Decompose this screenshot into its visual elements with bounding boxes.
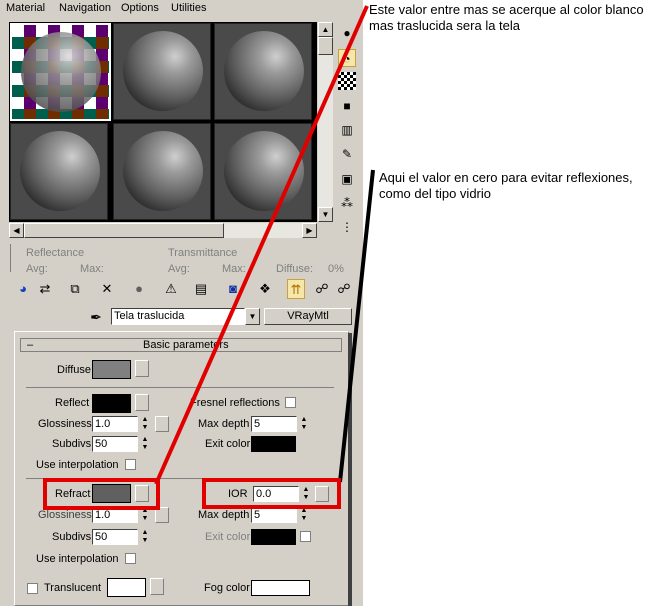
refract-highlight-box <box>43 478 160 510</box>
ior-highlight-box <box>202 478 341 509</box>
annotation-pointer-line <box>338 169 375 483</box>
annotation-arrow-line <box>154 5 369 485</box>
annotation-middle-text: Aqui el valor en cero para evitar reflex… <box>379 170 633 201</box>
annotation-overlay <box>154 5 375 485</box>
annotation-top-text: Este valor entre mas se acerque al color… <box>369 2 644 33</box>
